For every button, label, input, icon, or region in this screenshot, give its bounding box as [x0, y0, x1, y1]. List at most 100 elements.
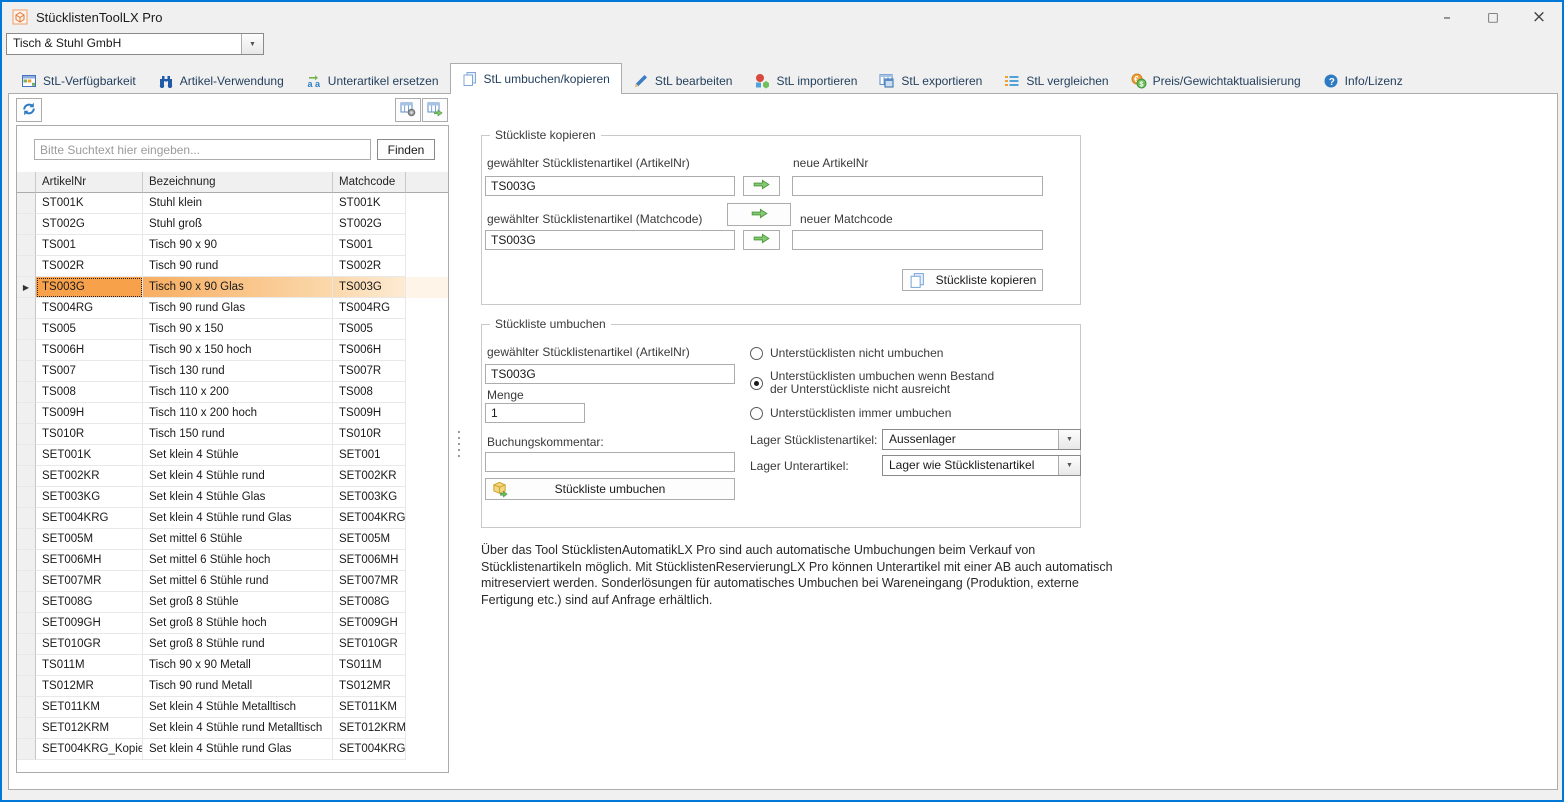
cell-artikelnr[interactable]: TS007	[36, 361, 143, 382]
cell-artikelnr[interactable]: SET004KRG	[36, 508, 143, 529]
cell-bezeichnung[interactable]: Tisch 90 rund Glas	[143, 298, 333, 319]
grid-settings-button[interactable]	[395, 98, 421, 122]
cell-artikelnr[interactable]: TS001	[36, 235, 143, 256]
radio-nicht-umbuchen[interactable]: Unterstücklisten nicht umbuchen	[750, 347, 943, 360]
cell-matchcode[interactable]: TS008	[333, 382, 406, 403]
cell-bezeichnung[interactable]: Tisch 150 rund	[143, 424, 333, 445]
radio-immer-umbuchen[interactable]: Unterstücklisten immer umbuchen	[750, 407, 951, 420]
cell-bezeichnung[interactable]: Set klein 4 Stühle Glas	[143, 487, 333, 508]
search-input[interactable]	[34, 139, 371, 160]
radio-umbuchen-wenn-bestand[interactable]: Unterstücklisten umbuchen wenn Bestand d…	[750, 370, 994, 396]
transfer-matchcode-button[interactable]	[743, 230, 780, 250]
cell-matchcode[interactable]: SET010GR	[333, 634, 406, 655]
cell-artikelnr[interactable]: SET006MH	[36, 550, 143, 571]
cell-artikelnr[interactable]: SET008G	[36, 592, 143, 613]
cell-matchcode[interactable]: TS006H	[333, 340, 406, 361]
tab-stl-vergleichen[interactable]: StL vergleichen	[993, 67, 1119, 94]
cell-artikelnr[interactable]: SET001K	[36, 445, 143, 466]
buchungskommentar-input[interactable]	[485, 452, 735, 472]
cell-matchcode[interactable]: SET006MH	[333, 550, 406, 571]
cell-matchcode[interactable]: TS012MR	[333, 676, 406, 697]
cell-matchcode[interactable]: TS003G	[333, 277, 406, 298]
cell-bezeichnung[interactable]: Tisch 90 x 90 Glas	[143, 277, 333, 298]
cell-matchcode[interactable]: SET011KM	[333, 697, 406, 718]
grid-export-button[interactable]	[422, 98, 448, 122]
column-header[interactable]: ArtikelNr	[36, 172, 143, 193]
cell-artikelnr[interactable]: SET009GH	[36, 613, 143, 634]
cell-bezeichnung[interactable]: Set klein 4 Stühle rund Glas	[143, 508, 333, 529]
cell-bezeichnung[interactable]: Set klein 4 Stühle Metalltisch	[143, 697, 333, 718]
refresh-button[interactable]	[16, 98, 42, 122]
cell-matchcode[interactable]: TS005	[333, 319, 406, 340]
cell-artikelnr[interactable]: TS012MR	[36, 676, 143, 697]
cell-matchcode[interactable]: ST002G	[333, 214, 406, 235]
source-matchcode-input[interactable]	[485, 230, 735, 250]
tab-info-lizenz[interactable]: ?Info/Lizenz	[1312, 67, 1414, 94]
cell-artikelnr[interactable]: SET007MR	[36, 571, 143, 592]
column-header[interactable]: Matchcode	[333, 172, 406, 193]
cell-bezeichnung[interactable]: Set groß 8 Stühle hoch	[143, 613, 333, 634]
panel-splitter[interactable]	[456, 431, 462, 457]
rebook-stueckliste-button[interactable]: Stückliste umbuchen	[485, 478, 735, 500]
minimize-button[interactable]: –	[1424, 2, 1470, 32]
cell-matchcode[interactable]: SET007MR	[333, 571, 406, 592]
cell-matchcode[interactable]: SET001	[333, 445, 406, 466]
tab-unterartikel-ersetzen[interactable]: aaUnterartikel ersetzen	[295, 67, 450, 94]
cell-bezeichnung[interactable]: Stuhl klein	[143, 193, 333, 214]
menge-input[interactable]	[485, 403, 585, 423]
cell-bezeichnung[interactable]: Tisch 130 rund	[143, 361, 333, 382]
find-button[interactable]: Finden	[377, 139, 435, 160]
cell-bezeichnung[interactable]: Tisch 90 x 90 Metall	[143, 655, 333, 676]
cell-artikelnr[interactable]: TS005	[36, 319, 143, 340]
cell-bezeichnung[interactable]: Tisch 110 x 200	[143, 382, 333, 403]
cell-artikelnr[interactable]: TS008	[36, 382, 143, 403]
new-artikelnr-input[interactable]	[792, 176, 1043, 196]
chevron-down-icon[interactable]: ▼	[1058, 456, 1080, 475]
tab-artikel-verwendung[interactable]: Artikel-Verwendung	[147, 67, 295, 94]
cell-matchcode[interactable]: TS007R	[333, 361, 406, 382]
cell-matchcode[interactable]: TS010R	[333, 424, 406, 445]
cell-matchcode[interactable]: SET012KRM	[333, 718, 406, 739]
tab-stl-umbuchen-kopieren[interactable]: StL umbuchen/kopieren	[450, 63, 622, 94]
cell-artikelnr[interactable]: TS006H	[36, 340, 143, 361]
cell-artikelnr[interactable]: SET004KRG_Kopie	[36, 739, 143, 760]
cell-bezeichnung[interactable]: Set klein 4 Stühle rund Glas	[143, 739, 333, 760]
cell-matchcode[interactable]: TS009H	[333, 403, 406, 424]
cell-bezeichnung[interactable]: Tisch 90 rund	[143, 256, 333, 277]
chevron-down-icon[interactable]: ▼	[1058, 430, 1080, 449]
tab-stl-bearbeiten[interactable]: StL bearbeiten	[622, 67, 744, 94]
copy-stueckliste-button[interactable]: Stückliste kopieren	[902, 269, 1043, 291]
cell-bezeichnung[interactable]: Tisch 110 x 200 hoch	[143, 403, 333, 424]
source-artikelnr-input[interactable]	[485, 176, 735, 196]
cell-bezeichnung[interactable]: Set klein 4 Stühle	[143, 445, 333, 466]
transfer-matchcode-wide-button[interactable]	[727, 203, 791, 226]
tab-stl-exportieren[interactable]: StL exportieren	[868, 67, 993, 94]
cell-artikelnr[interactable]: SET012KRM	[36, 718, 143, 739]
rebook-artikelnr-input[interactable]	[485, 364, 735, 384]
cell-bezeichnung[interactable]: Set klein 4 Stühle rund Metalltisch	[143, 718, 333, 739]
cell-matchcode[interactable]: TS002R	[333, 256, 406, 277]
cell-artikelnr[interactable]: TS010R	[36, 424, 143, 445]
cell-artikelnr[interactable]: TS004RG	[36, 298, 143, 319]
lager-stueckliste-select[interactable]: Aussenlager ▼	[882, 429, 1081, 450]
tab-stl-importieren[interactable]: StL importieren	[743, 67, 868, 94]
cell-bezeichnung[interactable]: Set groß 8 Stühle rund	[143, 634, 333, 655]
new-matchcode-input[interactable]	[792, 230, 1043, 250]
cell-bezeichnung[interactable]: Tisch 90 x 150 hoch	[143, 340, 333, 361]
cell-matchcode[interactable]: ST001K	[333, 193, 406, 214]
maximize-button[interactable]: □	[1470, 2, 1516, 32]
cell-bezeichnung[interactable]: Set mittel 6 Stühle	[143, 529, 333, 550]
cell-artikelnr[interactable]: SET010GR	[36, 634, 143, 655]
cell-artikelnr[interactable]: TS011M	[36, 655, 143, 676]
close-button[interactable]: ×	[1516, 2, 1562, 32]
cell-artikelnr[interactable]: SET002KR	[36, 466, 143, 487]
cell-bezeichnung[interactable]: Stuhl groß	[143, 214, 333, 235]
tab-preis-gewichtaktualisierung[interactable]: €$Preis/Gewichtaktualisierung	[1120, 67, 1312, 94]
cell-artikelnr[interactable]: SET005M	[36, 529, 143, 550]
cell-matchcode[interactable]: SET004KRG...	[333, 739, 406, 760]
cell-bezeichnung[interactable]: Set mittel 6 Stühle rund	[143, 571, 333, 592]
cell-artikelnr[interactable]: TS003G	[36, 277, 143, 298]
cell-matchcode[interactable]: TS004RG	[333, 298, 406, 319]
cell-matchcode[interactable]: TS011M	[333, 655, 406, 676]
cell-artikelnr[interactable]: TS009H	[36, 403, 143, 424]
